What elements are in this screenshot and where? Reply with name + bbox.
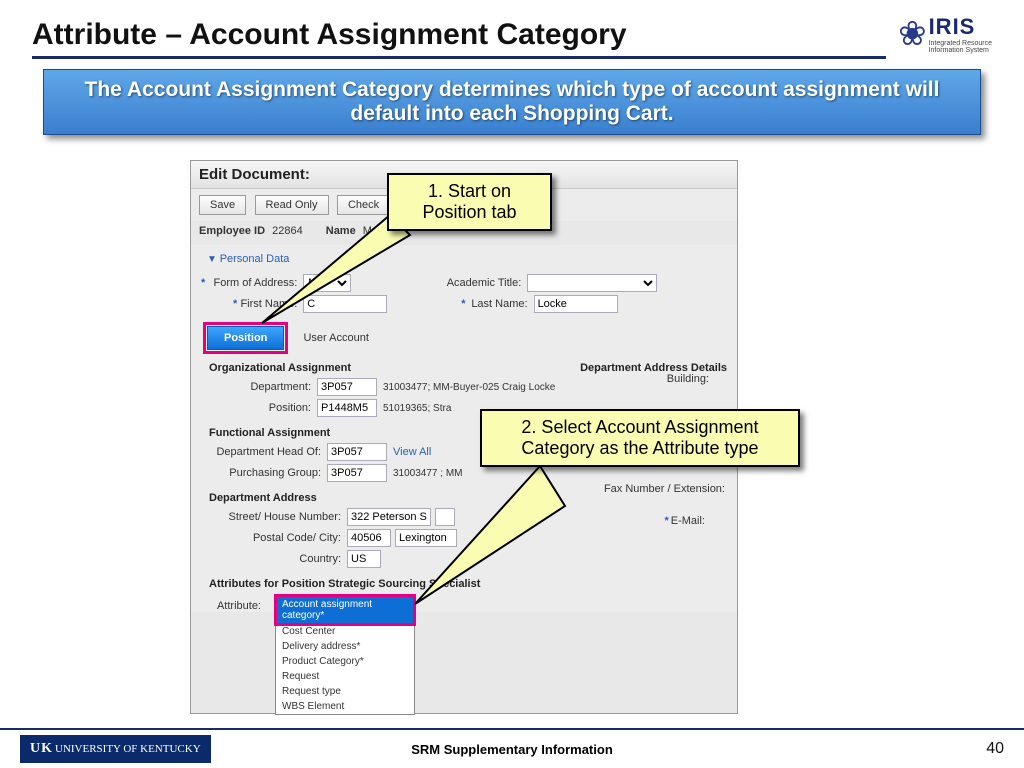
required-icon: * [201,277,205,289]
email-label: *E-Mail: [664,515,705,527]
uk-badge: UKUNIVERSITY OF KENTUCKY [20,735,211,763]
callout-step-2: 2. Select Account Assignment Category as… [480,409,800,467]
postal-input[interactable] [347,529,391,547]
iris-logo: ❀ IRIS Integrated Resource Information S… [898,14,992,54]
academic-title-select[interactable] [527,274,657,292]
attribute-label: Attribute: [201,600,261,612]
callout-step-1: 1. Start on Position tab [387,173,552,231]
department-desc: 31003477; MM-Buyer-025 Craig Locke [383,382,555,393]
street-label: Street/ House Number: [201,511,341,523]
uk-text: UNIVERSITY OF KENTUCKY [55,743,201,755]
uk-prefix: UK [30,741,53,756]
logo-text: IRIS [929,14,992,40]
attribute-dropdown[interactable]: Account assignment category* Cost Center… [275,595,415,715]
tab-position[interactable]: Position [207,326,284,350]
position-input[interactable] [317,399,377,417]
readonly-button[interactable]: Read Only [255,195,329,215]
purchasing-group-input[interactable] [327,464,387,482]
position-desc: 51019365; Stra [383,403,451,414]
form-address-label: Form of Address: [207,277,297,289]
last-name-input[interactable] [534,295,618,313]
emp-id-label: Employee ID [199,225,265,237]
country-label: Country: [201,553,341,565]
position-label: Position: [201,402,311,414]
dropdown-item[interactable]: Cost Center [276,624,414,639]
fax-label: Fax Number / Extension: [604,483,725,495]
page-number: 40 [986,740,1004,758]
required-icon: * [233,298,237,310]
view-all-link[interactable]: View All [393,446,431,458]
dropdown-item[interactable]: Request [276,669,414,684]
postal-label: Postal Code/ City: [201,532,341,544]
check-button[interactable]: Check [337,195,390,215]
iris-flower-icon: ❀ [898,14,927,54]
logo-sub2: Information System [929,47,992,54]
info-banner: The Account Assignment Category determin… [43,69,981,135]
building-label: Building: [667,373,709,385]
page-title: Attribute – Account Assignment Category [32,18,886,59]
emp-id-value: 22864 [272,225,303,237]
personal-data-toggle[interactable]: Personal Data [201,251,737,271]
save-button[interactable]: Save [199,195,246,215]
country-input[interactable] [347,550,381,568]
required-icon: * [461,298,465,310]
dropdown-item[interactable]: Request type [276,684,414,699]
dropdown-item[interactable]: Delivery address* [276,639,414,654]
dept-head-input[interactable] [327,443,387,461]
org-assignment-header: Organizational Assignment [209,362,351,374]
dept-head-label: Department Head Of: [201,446,321,458]
dropdown-item[interactable]: WBS Element [276,699,414,714]
department-input[interactable] [317,378,377,396]
department-label: Department: [201,381,311,393]
purchasing-group-label: Purchasing Group: [201,467,321,479]
logo-sub1: Integrated Resource [929,40,992,47]
dropdown-item-selected[interactable]: Account assignment category* [276,596,414,624]
footer-title: SRM Supplementary Information [411,742,613,757]
street-input[interactable] [347,508,431,526]
dropdown-item[interactable]: Product Category* [276,654,414,669]
footer: UKUNIVERSITY OF KENTUCKY SRM Supplementa… [0,728,1024,768]
last-name-label: Last Name: [468,298,528,310]
